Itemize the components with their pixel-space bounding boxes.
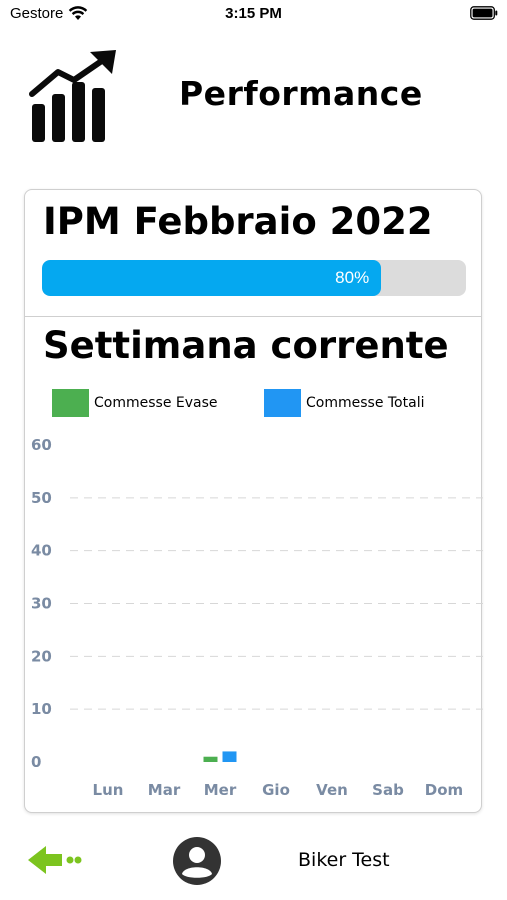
performance-card: IPM Febbraio 2022 80% Settimana corrente… (24, 189, 483, 813)
page-title: Performance (179, 74, 423, 113)
chart-legend: Commesse Evase Commesse Totali (52, 389, 472, 419)
y-tick-label: 40 (31, 542, 52, 560)
x-tick-label: Lun (93, 781, 124, 799)
ipm-title: IPM Febbraio 2022 (43, 200, 433, 243)
bar-mer-0[interactable] (203, 756, 218, 762)
clock: 3:15 PM (225, 5, 282, 22)
user-name: Biker Test (298, 849, 390, 871)
y-tick-label: 60 (31, 436, 52, 454)
y-tick-label: 50 (31, 489, 52, 507)
user-avatar-icon[interactable] (172, 836, 222, 886)
legend-swatch-evase (52, 389, 89, 417)
week-title: Settimana corrente (43, 324, 449, 367)
y-tick-label: 0 (31, 753, 41, 771)
x-tick-label: Gio (262, 781, 290, 799)
x-tick-label: Mer (204, 781, 237, 799)
y-tick-label: 30 (31, 595, 52, 613)
bar-chart-growth-icon (29, 50, 116, 142)
x-tick-label: Dom (425, 781, 463, 799)
x-tick-label: Mar (148, 781, 181, 799)
arrow-left-icon[interactable] (24, 840, 84, 880)
legend-label-totali: Commesse Totali (306, 395, 425, 411)
ipm-progress-fill: 80% (42, 260, 382, 296)
ipm-progress-label: 80% (335, 268, 370, 287)
bar-mer-1[interactable] (222, 751, 237, 762)
legend-swatch-totali (264, 389, 301, 417)
y-tick-label: 10 (31, 700, 52, 718)
x-tick-label: Sab (372, 781, 404, 799)
legend-label-evase: Commesse Evase (94, 395, 218, 411)
divider (25, 316, 481, 317)
battery-icon (470, 6, 498, 20)
x-tick-label: Ven (316, 781, 348, 799)
status-bar: Gestore 3:15 PM (0, 0, 507, 28)
ipm-progress-bar: 80% (42, 260, 466, 296)
weekly-bar-chart: 0 10 20 30 40 50 60 Lun Mar Mer Gio Ven Sab Dom (31, 436, 483, 799)
y-tick-label: 20 (31, 647, 52, 665)
